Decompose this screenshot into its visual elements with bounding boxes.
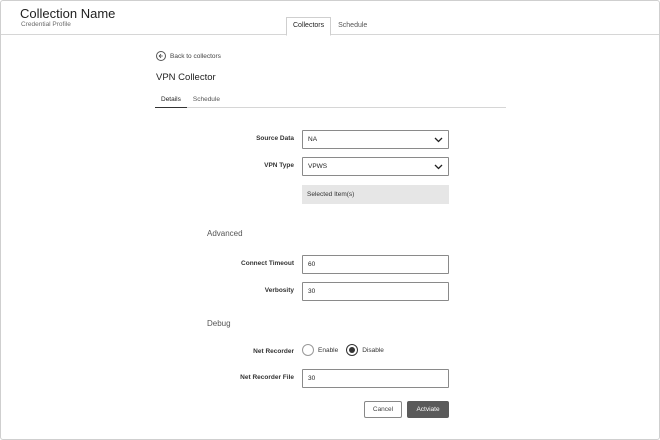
app-header: Collection Name Credential Profile Colle… (1, 1, 659, 36)
chevron-down-icon (434, 164, 443, 170)
back-to-collectors-link[interactable]: Back to collectors (156, 51, 221, 61)
top-tabs: Collectors Schedule (286, 17, 374, 36)
sub-tabs: Details Schedule (155, 94, 506, 108)
tab-collectors[interactable]: Collectors (286, 17, 332, 36)
source-data-label: Source Data (256, 135, 294, 142)
connect-timeout-label: Connect Timeout (241, 260, 294, 267)
back-link-label: Back to collectors (170, 52, 221, 60)
net-recorder-file-label: Net Recorder File (240, 374, 294, 381)
net-recorder-radio-group: Enable Disable (302, 344, 392, 356)
sub-tab-details[interactable]: Details (155, 94, 187, 108)
vpn-type-label: VPN Type (264, 162, 294, 169)
selected-items-box: Selected Item(s) (302, 185, 449, 204)
source-data-select[interactable]: NA (302, 130, 449, 149)
debug-section-title: Debug (207, 319, 231, 328)
page-title: VPN Collector (156, 72, 216, 83)
tab-schedule[interactable]: Schedule (331, 17, 374, 35)
radio-disable-label: Disable (362, 346, 384, 354)
radio-enable[interactable] (302, 344, 314, 356)
app-subtitle: Credential Profile (21, 21, 71, 28)
radio-enable-label: Enable (318, 346, 339, 354)
app-title: Collection Name (20, 6, 116, 21)
advanced-section-title: Advanced (207, 229, 243, 238)
source-data-value: NA (308, 136, 318, 143)
radio-disable[interactable] (346, 344, 359, 356)
verbosity-input[interactable] (302, 282, 449, 301)
vpn-type-select[interactable]: VPWS (302, 157, 449, 176)
cancel-button[interactable]: Cancel (364, 401, 402, 418)
net-recorder-disable-option[interactable]: Disable (346, 344, 384, 356)
app-window: Collection Name Credential Profile Colle… (0, 0, 660, 440)
arrow-left-icon (156, 51, 166, 61)
net-recorder-enable-option[interactable]: Enable (302, 344, 338, 356)
activate-button[interactable]: Actviate (407, 401, 449, 418)
chevron-down-icon (434, 137, 443, 143)
sub-tab-schedule[interactable]: Schedule (187, 94, 226, 108)
net-recorder-file-input[interactable] (302, 369, 449, 388)
net-recorder-label: Net Recorder (253, 348, 294, 355)
vpn-type-value: VPWS (308, 163, 328, 170)
connect-timeout-input[interactable] (302, 255, 449, 274)
verbosity-label: Verbosity (264, 287, 294, 294)
